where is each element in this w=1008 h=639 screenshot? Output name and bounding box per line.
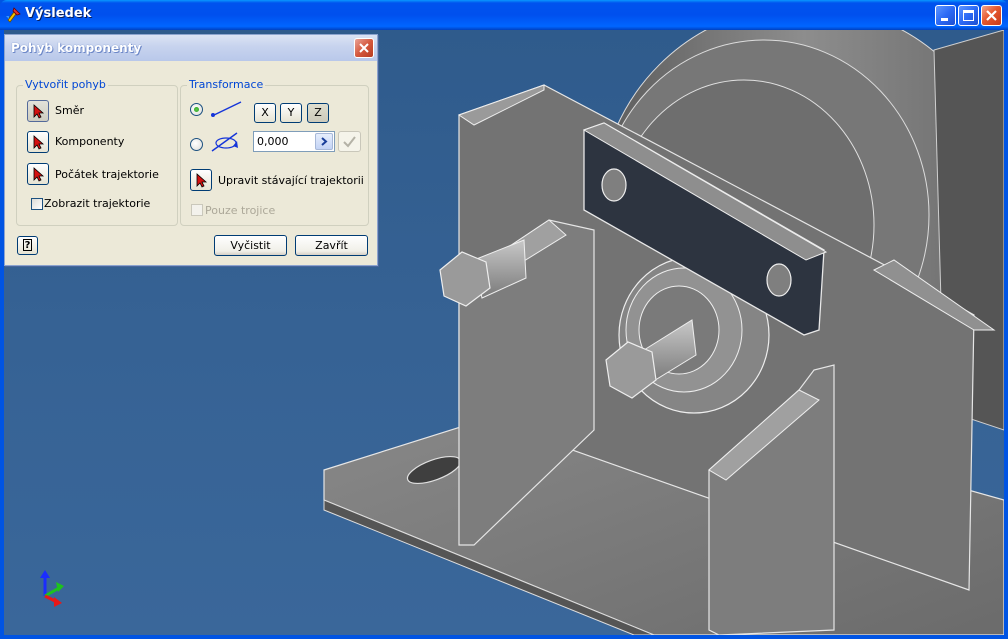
axis-x-button[interactable]: X <box>254 103 276 123</box>
axis-z-button[interactable]: Z <box>307 103 329 123</box>
chevron-right-icon <box>321 137 328 146</box>
edit-trajectory-label: Upravit stávající trajektorii <box>218 174 364 187</box>
transformation-group: Transformace X Y Z Upravit stávající tra <box>180 78 369 226</box>
apply-button[interactable] <box>338 131 361 152</box>
move-component-dialog: Pohyb komponenty Vytvořit pohyb Směr Kom… <box>4 34 378 266</box>
show-trajectory-checkbox[interactable] <box>31 198 43 210</box>
triads-only-label: Pouze trojice <box>205 204 276 217</box>
select-arrow-icon <box>33 104 45 119</box>
dialog-title: Pohyb komponenty <box>11 41 142 55</box>
rotate-radio[interactable] <box>190 138 203 151</box>
rotation-value-field[interactable] <box>253 131 335 152</box>
translate-arrow-icon <box>211 101 242 117</box>
translate-radio[interactable] <box>190 103 203 116</box>
direction-select-button[interactable] <box>27 100 49 122</box>
help-button[interactable]: ? <box>17 236 38 255</box>
axis-y-button[interactable]: Y <box>280 103 302 123</box>
dialog-titlebar[interactable]: Pohyb komponenty <box>5 35 377 61</box>
direction-label: Směr <box>55 104 84 117</box>
components-label: Komponenty <box>55 135 125 148</box>
close-icon <box>986 10 997 21</box>
components-select-button[interactable] <box>27 131 49 153</box>
maximize-icon <box>963 10 974 21</box>
window-titlebar[interactable]: Výsledek <box>0 0 1008 30</box>
select-arrow-icon <box>33 167 45 182</box>
show-trajectory-label: Zobrazit trajektorie <box>44 197 151 210</box>
close-icon <box>359 43 369 53</box>
help-icon: ? <box>23 239 32 251</box>
triads-only-checkbox <box>191 204 203 216</box>
axis-triad-icon <box>40 570 64 607</box>
trajectory-start-select-button[interactable] <box>27 163 49 185</box>
value-arrow-button[interactable] <box>315 133 333 150</box>
edit-trajectory-select-button[interactable] <box>190 169 212 191</box>
select-arrow-icon <box>196 173 208 188</box>
app-icon <box>6 7 21 23</box>
dialog-close-text-button[interactable]: Zavřít <box>295 235 368 256</box>
trajectory-start-label: Počátek trajektorie <box>55 168 159 181</box>
clear-button[interactable]: Vyčistit <box>214 235 287 256</box>
window-title: Výsledek <box>25 6 92 21</box>
select-arrow-icon <box>33 135 45 150</box>
minimize-icon <box>941 18 948 21</box>
close-button[interactable] <box>981 5 1002 26</box>
maximize-button[interactable] <box>958 5 979 26</box>
minimize-button[interactable] <box>935 5 956 26</box>
dialog-close-button[interactable] <box>354 38 374 58</box>
rotate-icon <box>211 132 238 152</box>
create-motion-group-title: Vytvořit pohyb <box>23 78 108 91</box>
checkmark-icon <box>343 136 356 148</box>
create-motion-group: Vytvořit pohyb Směr Komponenty Počátek t… <box>16 78 178 226</box>
rotation-value-input[interactable] <box>257 134 313 148</box>
transformation-group-title: Transformace <box>187 78 266 91</box>
